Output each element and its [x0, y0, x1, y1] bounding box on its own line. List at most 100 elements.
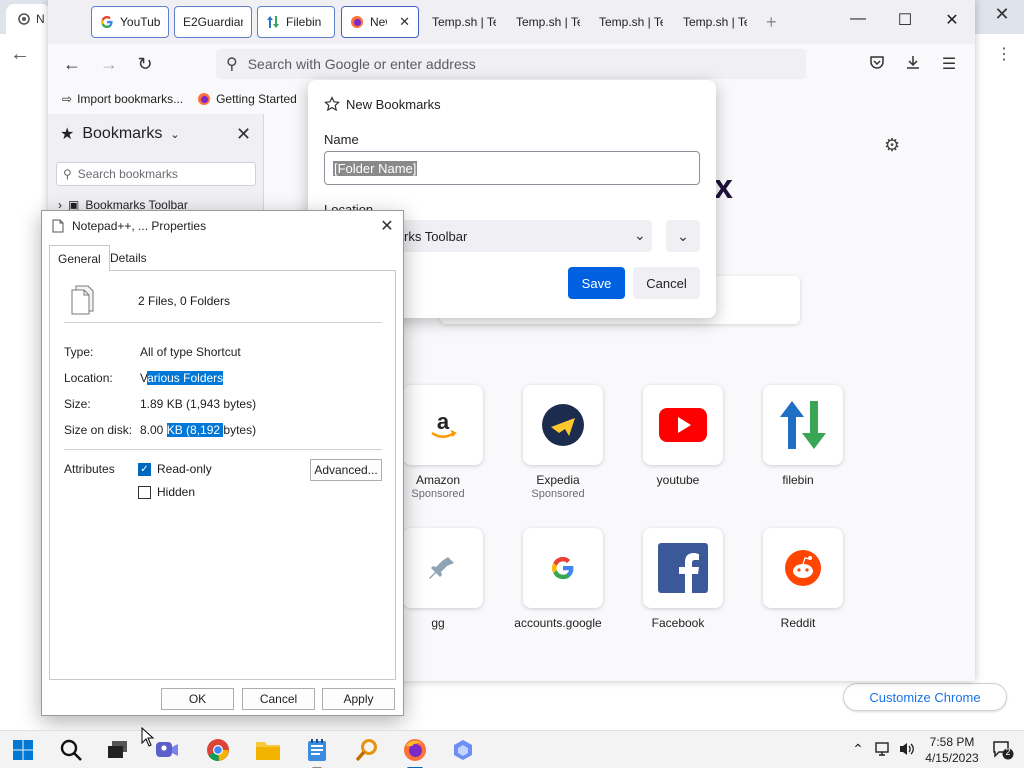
location-value-selected: arious Folders [147, 371, 224, 385]
tile-expedia[interactable]: Expedia Sponsored [503, 385, 613, 505]
tile-accounts-google[interactable]: accounts.google [503, 528, 613, 648]
apply-button[interactable]: Apply [322, 688, 395, 710]
filebin-arrows-icon [266, 15, 280, 29]
chrome-tab-favicon-icon [18, 13, 30, 25]
cancel-button[interactable]: Cancel [242, 688, 315, 710]
copilot-icon[interactable] [449, 737, 477, 763]
expedia-icon [523, 385, 603, 465]
tab-close-icon[interactable]: ✕ [399, 14, 410, 30]
network-icon[interactable] [873, 741, 893, 760]
url-bar[interactable]: ⚲ Search with Google or enter address [216, 49, 806, 79]
google-g-icon [100, 15, 114, 29]
hidden-checkbox[interactable]: Hidden [138, 485, 195, 499]
reddit-icon [763, 528, 843, 608]
tab-temp-sh-3[interactable]: Temp.sh | Te [591, 6, 671, 38]
gear-icon[interactable]: ⚙ [884, 135, 900, 156]
expand-folders-button[interactable]: ⌄ [666, 220, 700, 252]
bookmark-label: Import bookmarks... [77, 92, 184, 106]
import-bookmarks-link[interactable]: ⇨ Import bookmarks... [62, 92, 183, 106]
file-explorer-icon[interactable] [254, 737, 282, 763]
chrome-back-icon[interactable]: ← [10, 43, 30, 66]
notifications-icon[interactable]: 2 [992, 740, 1014, 760]
chevron-up-icon[interactable]: ⌃ [848, 741, 868, 758]
attributes-label: Attributes [64, 462, 115, 476]
firefox-icon[interactable] [401, 737, 429, 768]
task-view-icon[interactable] [104, 737, 132, 763]
url-placeholder: Search with Google or enter address [247, 56, 476, 72]
advanced-button[interactable]: Advanced... [310, 459, 382, 481]
bookmark-label: Getting Started [216, 92, 297, 106]
tab-label: E2Guardian [183, 15, 243, 29]
search-icon[interactable] [57, 737, 85, 763]
chrome-icon[interactable] [204, 737, 232, 763]
tab-filebin[interactable]: Filebin [257, 6, 335, 38]
chevron-down-icon: ⌄ [170, 128, 180, 141]
meet-icon[interactable] [153, 737, 181, 763]
clock-time: 7:58 PM [929, 735, 975, 749]
notepad-icon[interactable] [303, 737, 331, 768]
amazon-icon: a [403, 385, 483, 465]
size-on-disk-start: 8.00 [140, 423, 167, 437]
search-tool-icon[interactable] [353, 737, 381, 763]
maximize-icon[interactable]: ☐ [893, 10, 917, 30]
size-on-disk-value[interactable]: 8.00 KB (8,192 bytes) [140, 423, 256, 437]
minimize-icon[interactable]: — [846, 10, 870, 28]
tile-reddit[interactable]: Reddit [743, 528, 853, 648]
forward-icon[interactable]: → [98, 54, 120, 75]
ok-button[interactable]: OK [161, 688, 234, 710]
tab-temp-sh-1[interactable]: Temp.sh | Te [424, 6, 504, 38]
location-label: Location: [64, 371, 113, 385]
sidebar-close-icon[interactable]: ✕ [236, 124, 251, 145]
tile-sponsored: Sponsored [531, 488, 585, 500]
hamburger-menu-icon[interactable]: ☰ [938, 54, 960, 74]
downloads-icon[interactable] [902, 54, 924, 75]
chrome-tab[interactable]: N [6, 4, 50, 34]
close-icon[interactable]: ✕ [376, 216, 398, 236]
tab-e2guardian[interactable]: E2Guardian [174, 6, 252, 38]
tab-youtube[interactable]: YouTube [91, 6, 169, 38]
reload-icon[interactable]: ↻ [134, 54, 156, 75]
tile-filebin[interactable]: filebin [743, 385, 853, 505]
getting-started-link[interactable]: Getting Started [197, 92, 297, 106]
sidebar-header[interactable]: ★ Bookmarks ⌄ [60, 124, 180, 144]
panel-title-text: New Bookmarks [346, 96, 441, 112]
tile-facebook[interactable]: Facebook [623, 528, 733, 648]
chrome-tab-label: N [36, 12, 45, 26]
tab-details[interactable]: Details [102, 247, 155, 269]
clock[interactable]: 7:58 PM 4/15/2023 [922, 734, 982, 766]
tile-name: youtube [656, 473, 700, 487]
dialog-titlebar[interactable]: Notepad++, ... Properties [42, 211, 403, 241]
chevron-down-icon: ⌄ [634, 227, 646, 243]
bookmark-name-input[interactable]: [Folder Name] [324, 151, 700, 185]
cancel-button[interactable]: Cancel [633, 267, 700, 299]
save-button[interactable]: Save [568, 267, 625, 299]
tab-general[interactable]: General [49, 245, 110, 271]
chrome-close-icon[interactable]: ✕ [990, 4, 1014, 25]
sidebar-search-placeholder: Search bookmarks [77, 167, 178, 181]
back-icon[interactable]: ← [61, 54, 83, 75]
readonly-checkbox[interactable]: ✓ Read-only [138, 462, 212, 476]
start-icon[interactable] [9, 737, 37, 763]
volume-icon[interactable] [897, 741, 917, 760]
notification-count: 2 [1005, 747, 1011, 757]
customize-chrome-button[interactable]: Customize Chrome [843, 683, 1007, 711]
youtube-icon [643, 385, 723, 465]
tab-temp-sh-2[interactable]: Temp.sh | Te [508, 6, 588, 38]
close-window-icon[interactable]: ✕ [940, 10, 964, 30]
location-value[interactable]: Various Folders [140, 371, 224, 385]
new-tab-icon[interactable]: + [766, 12, 777, 33]
size-on-disk-label: Size on disk: [64, 423, 133, 437]
panel-title: New Bookmarks [324, 96, 441, 112]
checkmark-icon: ✓ [138, 462, 151, 476]
chrome-menu-icon[interactable]: ⋮ [996, 44, 1012, 64]
pocket-icon[interactable] [866, 54, 888, 75]
readonly-label: Read-only [157, 462, 212, 476]
tab-temp-sh-4[interactable]: Temp.sh | Te [675, 6, 755, 38]
sidebar-search-input[interactable]: ⚲ Search bookmarks [56, 162, 256, 186]
tile-youtube[interactable]: youtube [623, 385, 733, 505]
star-outline-icon [324, 96, 340, 112]
tab-new-bookmarks[interactable]: New ✕ [341, 6, 419, 38]
multiple-files-icon [70, 285, 96, 318]
tile-name: filebin [782, 473, 814, 487]
size-label: Size: [64, 397, 91, 411]
